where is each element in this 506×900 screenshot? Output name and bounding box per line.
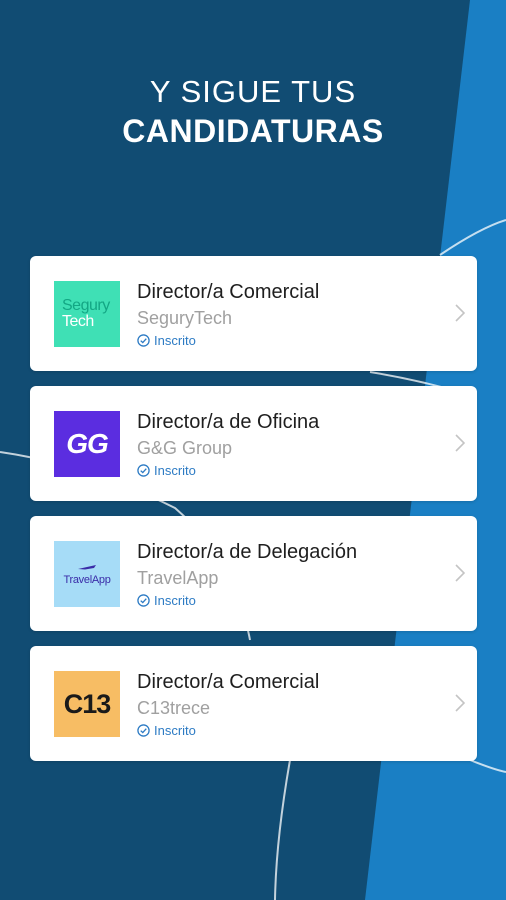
check-circle-icon [137, 334, 150, 347]
status-badge: Inscrito [137, 723, 319, 738]
logo-text: GG [66, 428, 109, 459]
chevron-right-icon [455, 434, 465, 452]
application-card[interactable]: Segury Tech Director/a Comercial SeguryT… [30, 256, 477, 371]
check-circle-icon [137, 594, 150, 607]
page-title-line2: CANDIDATURAS [122, 113, 384, 149]
logo-text: Tech [62, 313, 94, 330]
logo-text: Segury [62, 297, 110, 314]
company-name: SeguryTech [137, 308, 233, 328]
chevron-right-icon [455, 694, 465, 712]
status-badge: Inscrito [137, 593, 357, 608]
status-badge: Inscrito [137, 333, 319, 348]
application-card[interactable]: C13 Director/a Comercial C13trece Inscri… [30, 646, 477, 761]
job-title: Director/a Comercial [137, 671, 320, 693]
check-circle-icon [137, 724, 150, 737]
chevron-right-icon [455, 304, 465, 322]
job-title: Director/a de Delegación [137, 541, 358, 563]
check-circle-icon [137, 464, 150, 477]
status-badge: Inscrito [137, 463, 319, 478]
status-label: Inscrito [154, 333, 196, 348]
company-logo: GG [54, 411, 120, 477]
airplane-icon [78, 564, 96, 569]
application-card[interactable]: GG Director/a de Oficina G&G Group Inscr… [30, 386, 477, 501]
company-logo: TravelApp [54, 541, 120, 607]
job-title: Director/a Comercial [137, 281, 320, 303]
status-label: Inscrito [154, 723, 196, 738]
logo-text: C13 [63, 688, 112, 719]
company-logo: Segury Tech [54, 281, 120, 347]
job-title: Director/a de Oficina [137, 411, 320, 433]
company-logo: C13 [54, 671, 120, 737]
company-name: G&G Group [137, 438, 233, 458]
status-label: Inscrito [154, 593, 196, 608]
page-title-line1: Y SIGUE TUS [149, 74, 357, 109]
status-label: Inscrito [154, 463, 196, 478]
application-card[interactable]: TravelApp Director/a de Delegación Trave… [30, 516, 477, 631]
chevron-right-icon [455, 564, 465, 582]
logo-text: TravelApp [63, 573, 111, 586]
company-name: TravelApp [137, 568, 219, 588]
company-name: C13trece [137, 698, 211, 718]
